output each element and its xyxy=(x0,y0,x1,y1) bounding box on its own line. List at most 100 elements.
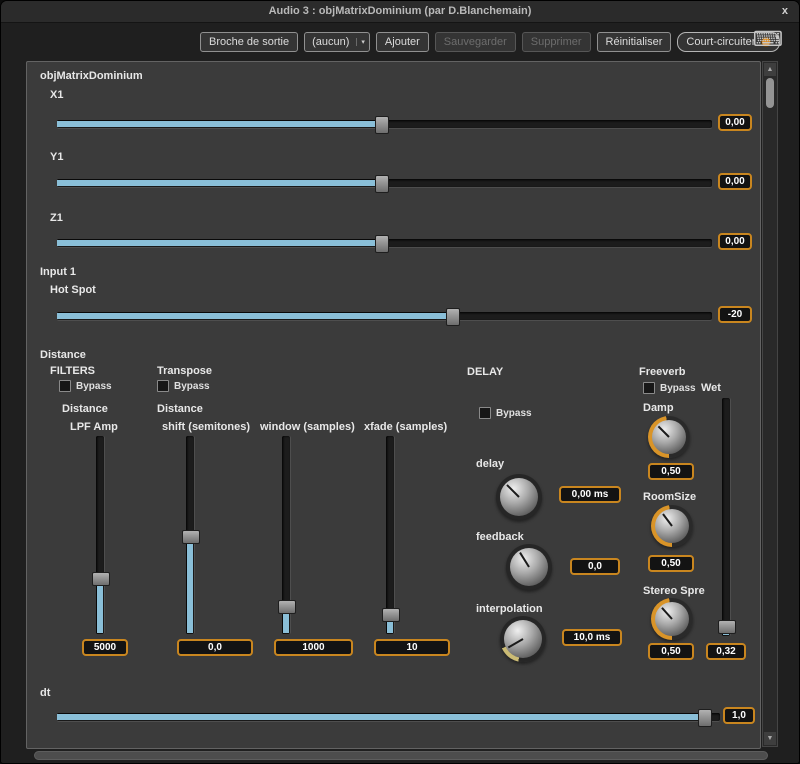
scroll-up-icon[interactable]: ▲ xyxy=(764,63,776,76)
shift-slider-fill xyxy=(187,541,193,633)
stereo-spread-knob[interactable] xyxy=(651,598,693,640)
xfade-slider[interactable] xyxy=(386,436,394,634)
broche-de-sortie-button[interactable]: Broche de sortie xyxy=(200,32,298,52)
xfade-slider-thumb[interactable] xyxy=(382,608,400,622)
damp-knob-face xyxy=(652,420,686,454)
delay-knob-face xyxy=(500,478,538,516)
delay-bypass-label: Bypass xyxy=(496,408,532,419)
titlebar[interactable]: Audio 3 : objMatrixDominium (par D.Blanc… xyxy=(1,1,799,23)
dt-value[interactable]: 1,0 xyxy=(723,707,755,724)
shift-value[interactable]: 0,0 xyxy=(177,639,253,656)
distance-section-label: Distance xyxy=(40,349,86,361)
interpolation-knob[interactable] xyxy=(500,616,546,662)
feedback-knob-label: feedback xyxy=(476,531,524,543)
roomsize-label: RoomSize xyxy=(643,491,696,503)
filters-bypass-checkbox-row: Bypass xyxy=(59,380,112,392)
transpose-label: Transpose xyxy=(157,365,212,377)
reinitialiser-button[interactable]: Réinitialiser xyxy=(597,32,672,52)
dt-slider[interactable] xyxy=(57,713,720,721)
window-slider[interactable] xyxy=(282,436,290,634)
delay-knob-label: delay xyxy=(476,458,504,470)
window-value[interactable]: 1000 xyxy=(274,639,353,656)
xfade-label: xfade (samples) xyxy=(364,421,447,433)
wet-slider-thumb[interactable] xyxy=(718,620,736,634)
hot-spot-label: Hot Spot xyxy=(50,284,96,296)
input1-label: Input 1 xyxy=(40,266,76,278)
roomsize-knob[interactable] xyxy=(651,505,693,547)
shift-slider[interactable] xyxy=(186,436,194,634)
hot-spot-slider-thumb[interactable] xyxy=(446,308,460,326)
z1-label: Z1 xyxy=(50,212,63,224)
stereo-spread-label: Stereo Spre xyxy=(643,585,705,597)
scroll-down-icon[interactable]: ▼ xyxy=(764,732,776,745)
vertical-scrollbar-thumb[interactable] xyxy=(766,78,774,108)
stereo-spread-knob-face xyxy=(655,602,689,636)
interpolation-value[interactable]: 10,0 ms xyxy=(562,629,622,646)
preset-dropdown-value: (aucun) xyxy=(305,36,356,48)
z1-slider-fill xyxy=(57,240,381,246)
delay-knob[interactable] xyxy=(496,474,542,520)
damp-knob[interactable] xyxy=(648,416,690,458)
close-icon[interactable]: x xyxy=(782,1,788,22)
y1-slider[interactable] xyxy=(57,179,712,187)
wet-slider[interactable] xyxy=(722,398,730,636)
hot-spot-slider-fill xyxy=(57,313,452,319)
horizontal-scrollbar-thumb[interactable] xyxy=(34,751,768,760)
transpose-bypass-label: Bypass xyxy=(174,381,210,392)
ajouter-button[interactable]: Ajouter xyxy=(376,32,429,52)
x1-slider-fill xyxy=(57,121,381,127)
x1-value[interactable]: 0,00 xyxy=(718,114,752,131)
hot-spot-slider[interactable] xyxy=(57,312,712,320)
lpf-amp-label: LPF Amp xyxy=(70,421,118,433)
z1-value[interactable]: 0,00 xyxy=(718,233,752,250)
toolbar: Broche de sortie (aucun) ▾ Ajouter Sauve… xyxy=(200,32,780,52)
y1-slider-thumb[interactable] xyxy=(375,175,389,193)
x1-label: X1 xyxy=(50,89,63,101)
filters-bypass-label: Bypass xyxy=(76,381,112,392)
vertical-scrollbar[interactable]: ▲ ▼ xyxy=(762,61,778,747)
keyboard-icon[interactable]: ⌨ xyxy=(753,28,783,52)
plugin-panel: objMatrixDominium X1 0,00 Y1 0,00 Z1 0,0… xyxy=(26,61,761,749)
delay-bypass-checkbox[interactable] xyxy=(479,407,491,419)
dt-slider-thumb[interactable] xyxy=(698,709,712,727)
lpf-amp-slider-thumb[interactable] xyxy=(92,572,110,586)
transpose-bypass-checkbox-row: Bypass xyxy=(157,380,210,392)
shift-slider-thumb[interactable] xyxy=(182,530,200,544)
chevron-down-icon[interactable]: ▾ xyxy=(356,38,369,46)
delay-bypass-checkbox-row: Bypass xyxy=(479,407,532,419)
window-slider-thumb[interactable] xyxy=(278,600,296,614)
window-label: window (samples) xyxy=(260,421,355,433)
feedback-knob-face xyxy=(510,548,548,586)
z1-slider-thumb[interactable] xyxy=(375,235,389,253)
delay-value[interactable]: 0,00 ms xyxy=(559,486,621,503)
feedback-knob[interactable] xyxy=(506,544,552,590)
dt-slider-fill xyxy=(57,714,704,720)
xfade-value[interactable]: 10 xyxy=(374,639,450,656)
hot-spot-value[interactable]: -20 xyxy=(718,306,752,323)
damp-value[interactable]: 0,50 xyxy=(648,463,694,480)
x1-slider[interactable] xyxy=(57,120,712,128)
feedback-value[interactable]: 0,0 xyxy=(570,558,620,575)
lpf-amp-slider-fill xyxy=(97,583,103,633)
freeverb-bypass-checkbox[interactable] xyxy=(643,382,655,394)
wet-value[interactable]: 0,32 xyxy=(706,643,746,660)
stereo-spread-value[interactable]: 0,50 xyxy=(648,643,694,660)
window-slider-fill xyxy=(283,611,289,633)
freeverb-bypass-checkbox-row: Bypass xyxy=(643,382,696,394)
supprimer-button: Supprimer xyxy=(522,32,591,52)
filters-bypass-checkbox[interactable] xyxy=(59,380,71,392)
freeverb-bypass-label: Bypass xyxy=(660,383,696,394)
z1-slider[interactable] xyxy=(57,239,712,247)
preset-dropdown[interactable]: (aucun) ▾ xyxy=(304,32,370,52)
freeverb-section-label: Freeverb xyxy=(639,366,685,378)
roomsize-knob-face xyxy=(655,509,689,543)
plugin-window: Audio 3 : objMatrixDominium (par D.Blanc… xyxy=(0,0,800,764)
lpf-amp-slider[interactable] xyxy=(96,436,104,634)
y1-value[interactable]: 0,00 xyxy=(718,173,752,190)
transpose-bypass-checkbox[interactable] xyxy=(157,380,169,392)
shift-label: shift (semitones) xyxy=(162,421,250,433)
interpolation-knob-label: interpolation xyxy=(476,603,543,615)
lpf-amp-value[interactable]: 5000 xyxy=(82,639,128,656)
roomsize-value[interactable]: 0,50 xyxy=(648,555,694,572)
x1-slider-thumb[interactable] xyxy=(375,116,389,134)
